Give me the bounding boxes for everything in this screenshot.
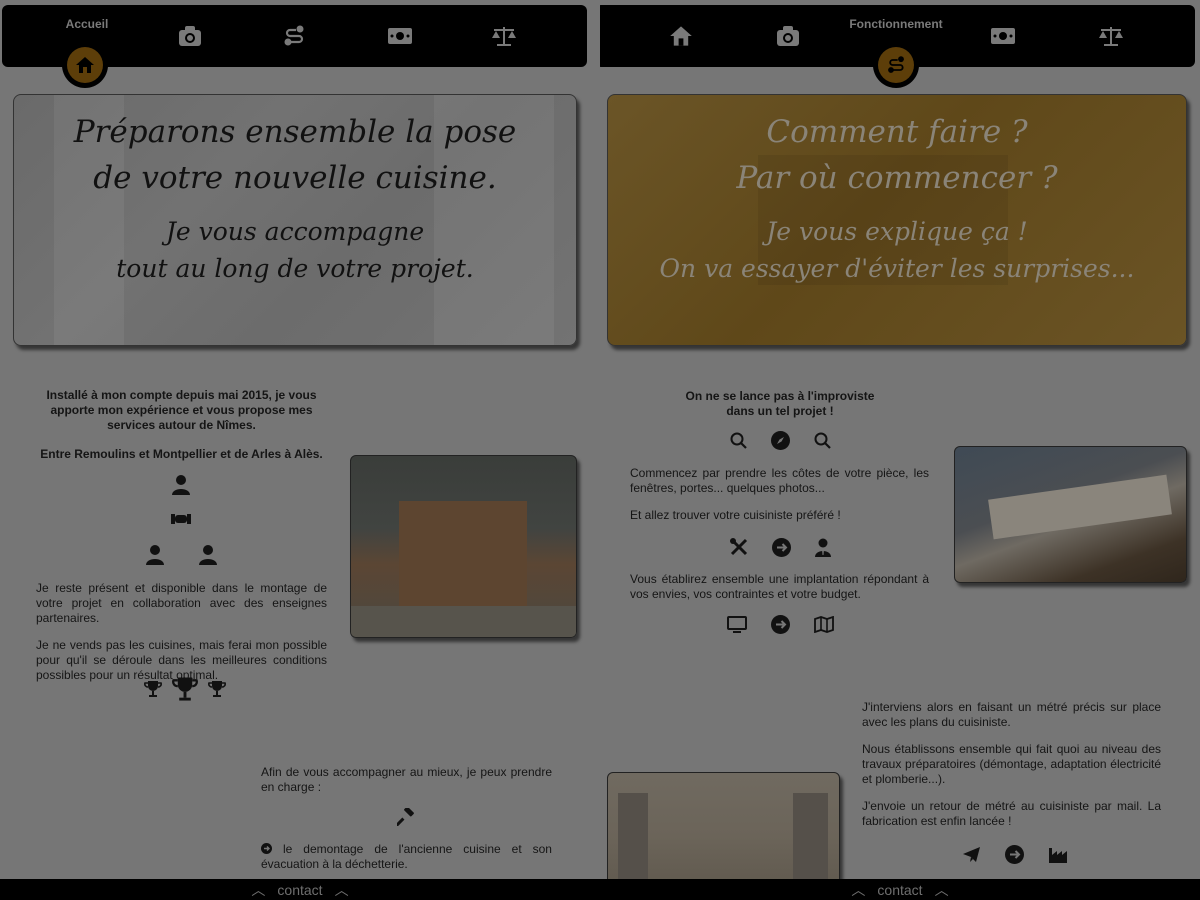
desktop-icon	[726, 615, 747, 633]
chevron-up-icon: ︿	[251, 881, 266, 898]
chevron-up-icon: ︿	[851, 881, 866, 898]
service-bullet-text: le demontage de l'ancienne cuisine et so…	[261, 842, 552, 871]
scales-icon	[1099, 27, 1123, 46]
camera-icon	[179, 26, 201, 46]
planning-photo	[954, 446, 1187, 583]
contact-link[interactable]: contact	[877, 882, 922, 898]
money-icon	[388, 28, 412, 44]
hero-banner: Comment faire ? Par où commencer ? Je vo…	[607, 94, 1187, 346]
hero-line-3: Je vous accompagne	[165, 217, 425, 246]
hero-line-3: Je vous explique ça !	[766, 217, 1028, 246]
handshake-icon	[171, 514, 191, 524]
active-tab-route-badge[interactable]	[873, 42, 919, 88]
hero-line-1: Comment faire ?	[766, 114, 1028, 150]
user-icon	[199, 545, 217, 565]
chevron-up-icon: ︿	[934, 881, 949, 898]
scales-icon	[492, 27, 516, 46]
left-page: Accueil Préparons ensemble la pose de vo…	[0, 0, 600, 900]
hero-banner: Préparons ensemble la pose de votre nouv…	[13, 94, 577, 346]
step-measure: Commencez par prendre les côtes de votre…	[630, 466, 929, 495]
factory-icon	[1049, 847, 1067, 863]
step-layout: Vous établirez ensemble une implantation…	[630, 572, 929, 601]
trophy-icon	[144, 681, 162, 697]
camera-icon	[777, 26, 799, 46]
nav-active-label: Fonctionnement	[849, 17, 943, 31]
user-icon	[146, 545, 164, 565]
nav-tarifs[interactable]	[360, 5, 440, 67]
trophy-icon	[208, 681, 226, 697]
hero-line-2: de votre nouvelle cuisine.	[93, 160, 497, 196]
step-order-launched: J'envoie un retour de métré au cuisinist…	[862, 799, 1161, 828]
hero-line-4: On va essayer d'éviter les surprises...	[659, 254, 1135, 283]
area-text: Entre Remoulins et Montpellier et de Arl…	[40, 447, 323, 461]
step-preparatory-work: Nous établissons ensemble qui fait quoi …	[862, 742, 1161, 786]
arrow-circle-icon	[261, 843, 272, 854]
compass-icon	[770, 430, 790, 450]
paper-plane-icon	[963, 846, 980, 862]
route-icon	[284, 25, 304, 46]
kitchen-photo	[350, 455, 577, 638]
nav-fonctionnement[interactable]	[254, 5, 334, 67]
arrow-circle-icon	[771, 537, 791, 557]
arrow-circle-icon	[770, 614, 790, 634]
nav-photos[interactable]	[150, 5, 230, 67]
hero-line-4: tout au long de votre projet.	[116, 254, 474, 283]
chevron-up-icon: ︿	[334, 881, 349, 898]
active-tab-home-badge[interactable]	[62, 42, 108, 88]
hero-line-2: Par où commencer ?	[736, 160, 1058, 196]
user-icon	[172, 475, 190, 495]
hero-line-1: Préparons ensemble la pose	[73, 114, 517, 150]
home-icon	[670, 26, 692, 46]
service-item: le demontage de l'ancienne cuisine et so…	[261, 842, 552, 872]
step-measurement-visit: J'interviens alors en faisant un métré p…	[862, 700, 1161, 729]
user-tie-icon	[814, 538, 831, 557]
nav-photos[interactable]	[748, 5, 828, 67]
map-icon	[813, 615, 834, 633]
nav-legal[interactable]	[1071, 5, 1151, 67]
nav-home[interactable]	[641, 5, 721, 67]
arrow-circle-icon	[1005, 844, 1024, 864]
footer-bar[interactable]: ︿ contact ︿	[600, 879, 1200, 900]
nav-active-label: Accueil	[65, 17, 109, 31]
home-icon	[76, 57, 94, 73]
nav-legal[interactable]	[464, 5, 544, 67]
search-icon	[814, 432, 831, 449]
footer-bar[interactable]: ︿ contact ︿	[0, 879, 600, 900]
paragraph-partners: Je reste présent et disponible dans le m…	[36, 581, 327, 625]
step-find-kitchen-designer: Et allez trouver votre cuisiniste préfér…	[630, 508, 841, 522]
route-icon	[888, 56, 904, 73]
money-icon	[991, 28, 1015, 44]
intro-text: Installé à mon compte depuis mai 2015, j…	[46, 388, 317, 432]
right-page: Fonctionnement Comment faire ? Par où co…	[600, 0, 1200, 900]
nav-tarifs[interactable]	[963, 5, 1043, 67]
trophy-icon	[172, 677, 198, 701]
services-intro: Afin de vous accompagner au mieux, je pe…	[261, 765, 552, 794]
contact-link[interactable]: contact	[277, 882, 322, 898]
hammer-icon	[397, 808, 414, 826]
tools-icon	[729, 538, 747, 556]
search-icon	[730, 432, 747, 449]
section-heading: On ne se lance pas à l'improviste dans u…	[685, 389, 875, 418]
